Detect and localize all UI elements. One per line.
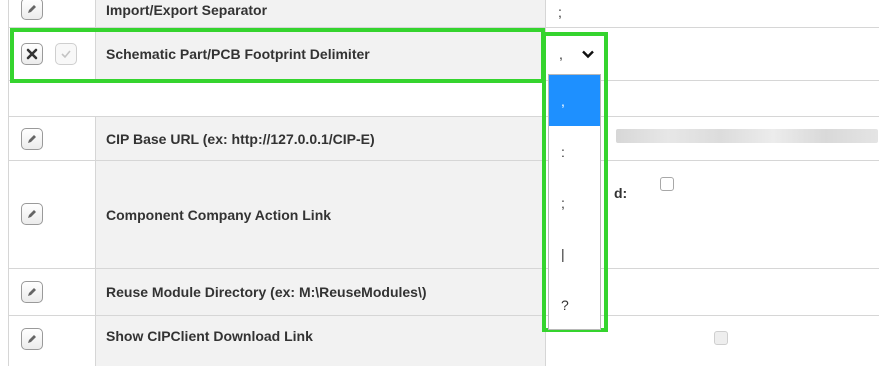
- table-row: [8, 81, 879, 117]
- confirm-button[interactable]: [55, 43, 77, 65]
- edit-button[interactable]: [21, 281, 43, 303]
- pencil-icon: [28, 288, 36, 296]
- delimiter-select[interactable]: ,: [549, 40, 601, 68]
- setting-label-text: Schematic Part/PCB Footprint Delimiter: [106, 46, 370, 62]
- table-row: Import/Export Separator ;: [8, 0, 879, 28]
- table-row: Schematic Part/PCB Footprint Delimiter: [8, 28, 879, 81]
- setting-label-text: Show CIPClient Download Link: [106, 328, 313, 344]
- pencil-icon: [28, 135, 36, 143]
- pencil-icon: [28, 335, 36, 343]
- table-row: Reuse Module Directory (ex: M:\ReuseModu…: [8, 269, 879, 316]
- edit-button[interactable]: [21, 128, 43, 150]
- table-row: Show CIPClient Download Link: [8, 316, 879, 366]
- row-actions: [8, 0, 96, 27]
- setting-value-text: ;: [558, 4, 562, 20]
- option-text: :: [561, 143, 565, 160]
- option-text: ,: [561, 92, 565, 109]
- enabled-checkbox[interactable]: [660, 177, 674, 191]
- setting-label-text: Reuse Module Directory (ex: M:\ReuseModu…: [106, 284, 427, 300]
- x-icon: [26, 48, 38, 60]
- setting-label: Schematic Part/PCB Footprint Delimiter: [96, 28, 546, 80]
- setting-label: CIP Base URL (ex: http://127.0.0.1/CIP-E…: [96, 117, 546, 160]
- table-row: CIP Base URL (ex: http://127.0.0.1/CIP-E…: [8, 117, 879, 161]
- row-actions: [8, 316, 96, 366]
- redacted-value: [616, 129, 878, 143]
- option-text: ?: [561, 296, 569, 313]
- dropdown-option[interactable]: ,: [549, 75, 600, 126]
- option-text: ;: [561, 194, 565, 211]
- setting-label-text: Component Company Action Link: [106, 206, 332, 223]
- delimiter-dropdown: , : ; | ?: [548, 74, 601, 330]
- chevron-down-icon: [582, 50, 594, 59]
- row-actions: [8, 161, 96, 268]
- pencil-icon: [28, 5, 36, 13]
- table-row: Component Company Action Link d:: [8, 161, 879, 269]
- pencil-icon: [28, 210, 36, 218]
- check-icon: [61, 50, 71, 59]
- dropdown-option[interactable]: ?: [549, 279, 600, 330]
- setting-label: Show CIPClient Download Link: [96, 316, 546, 366]
- dropdown-option[interactable]: |: [549, 228, 600, 279]
- download-checkbox[interactable]: [714, 331, 728, 345]
- row-actions: [8, 117, 96, 160]
- settings-table: Import/Export Separator ; Schematic Part…: [8, 0, 879, 366]
- dropdown-option[interactable]: :: [549, 126, 600, 177]
- row-actions: [8, 269, 96, 315]
- delimiter-select-value: ,: [559, 46, 563, 62]
- edit-button[interactable]: [21, 328, 43, 350]
- setting-label-text: CIP Base URL (ex: http://127.0.0.1/CIP-E…: [106, 130, 375, 147]
- dropdown-option[interactable]: ;: [549, 177, 600, 228]
- cancel-button[interactable]: [21, 43, 43, 65]
- setting-label: Reuse Module Directory (ex: M:\ReuseModu…: [96, 269, 546, 315]
- edit-button[interactable]: [21, 0, 43, 20]
- setting-value: ;: [546, 0, 879, 27]
- edit-button[interactable]: [21, 203, 43, 225]
- option-text: |: [561, 245, 565, 262]
- setting-label: Import/Export Separator: [96, 0, 546, 27]
- enabled-label: d:: [614, 185, 628, 201]
- setting-label-text: Import/Export Separator: [106, 1, 268, 18]
- setting-label: Component Company Action Link: [96, 161, 546, 268]
- row-actions: [8, 81, 96, 116]
- row-actions: [8, 28, 96, 80]
